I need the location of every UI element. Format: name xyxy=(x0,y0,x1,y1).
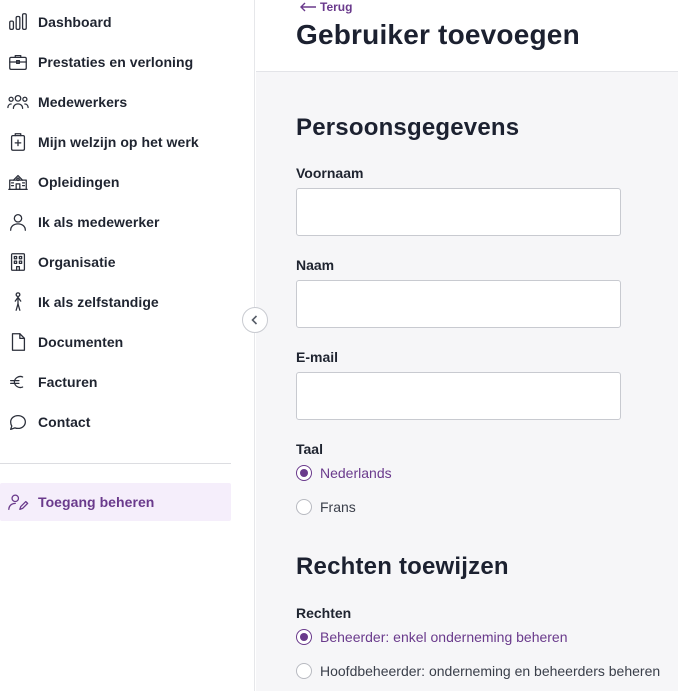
back-link-label: Terug xyxy=(320,0,353,14)
sidebar-item-facturen[interactable]: Facturen xyxy=(0,363,231,401)
rights-option-hoofdbeheerder[interactable]: Hoofdbeheerder: onderneming en beheerder… xyxy=(296,663,660,679)
language-option-frans[interactable]: Frans xyxy=(296,499,356,515)
euro-icon xyxy=(6,370,30,394)
sidebar: Dashboard Prestaties en verloning Medewe… xyxy=(0,0,255,691)
radio-button[interactable] xyxy=(296,663,312,679)
sidebar-item-documenten[interactable]: Documenten xyxy=(0,323,231,361)
section-title-rechten: Rechten toewijzen xyxy=(296,553,509,580)
chat-bubble-icon xyxy=(6,410,30,434)
school-icon xyxy=(6,170,30,194)
building-icon xyxy=(6,250,30,274)
sidebar-item-opleidingen[interactable]: Opleidingen xyxy=(0,163,231,201)
email-input[interactable] xyxy=(296,372,621,420)
rights-option-beheerder[interactable]: Beheerder: enkel onderneming beheren xyxy=(296,629,568,645)
sidebar-item-label: Toegang beheren xyxy=(38,494,155,510)
last-name-input[interactable] xyxy=(296,280,621,328)
sidebar-item-dashboard[interactable]: Dashboard xyxy=(0,3,231,41)
sidebar-divider xyxy=(0,463,231,464)
users-icon xyxy=(6,90,30,114)
bar-chart-icon xyxy=(6,10,30,34)
sidebar-item-toegang-beheren[interactable]: Toegang beheren xyxy=(0,483,231,521)
sidebar-item-label: Opleidingen xyxy=(38,174,120,190)
radio-label: Hoofdbeheerder: onderneming en beheerder… xyxy=(320,663,661,679)
sidebar-item-ik-als-medewerker[interactable]: Ik als medewerker xyxy=(0,203,231,241)
language-label: Taal xyxy=(296,441,323,457)
sidebar-item-label: Contact xyxy=(38,414,91,430)
sidebar-item-label: Prestaties en verloning xyxy=(38,54,194,70)
first-name-label: Voornaam xyxy=(296,165,364,181)
sidebar-item-label: Organisatie xyxy=(38,254,116,270)
first-name-input[interactable] xyxy=(296,188,621,236)
walking-person-icon xyxy=(6,290,30,314)
radio-label: Beheerder: enkel onderneming beheren xyxy=(320,629,568,645)
sidebar-item-label: Ik als medewerker xyxy=(38,214,160,230)
briefcase-icon xyxy=(6,50,30,74)
sidebar-item-organisatie[interactable]: Organisatie xyxy=(0,243,231,281)
rights-label: Rechten xyxy=(296,605,352,621)
chevron-left-icon xyxy=(251,315,258,325)
last-name-label: Naam xyxy=(296,257,335,273)
sidebar-item-label: Facturen xyxy=(38,374,98,390)
first-aid-icon xyxy=(6,130,30,154)
back-link[interactable]: Terug xyxy=(298,0,352,14)
sidebar-item-label: Mijn welzijn op het werk xyxy=(38,134,199,150)
sidebar-item-label: Documenten xyxy=(38,334,124,350)
radio-button[interactable] xyxy=(296,499,312,515)
collapse-sidebar-button[interactable] xyxy=(242,307,268,333)
user-edit-icon xyxy=(6,490,30,514)
arrow-left-icon xyxy=(300,2,316,12)
sidebar-item-label: Dashboard xyxy=(38,14,112,30)
document-icon xyxy=(6,330,30,354)
main-content: Persoonsgegevens Voornaam Naam E-mail Ta… xyxy=(256,72,678,691)
sidebar-item-medewerkers[interactable]: Medewerkers xyxy=(0,83,231,121)
sidebar-item-prestaties[interactable]: Prestaties en verloning xyxy=(0,43,231,81)
page-header: Terug Gebruiker toevoegen xyxy=(256,0,678,72)
section-title-persoonsgegevens: Persoonsgegevens xyxy=(296,114,520,141)
language-option-nederlands[interactable]: Nederlands xyxy=(296,465,392,481)
sidebar-item-welzijn[interactable]: Mijn welzijn op het werk xyxy=(0,123,231,161)
radio-button[interactable] xyxy=(296,629,312,645)
user-icon xyxy=(6,210,30,234)
sidebar-item-label: Medewerkers xyxy=(38,94,128,110)
page-title: Gebruiker toevoegen xyxy=(296,19,580,50)
email-label: E-mail xyxy=(296,349,339,365)
sidebar-item-contact[interactable]: Contact xyxy=(0,403,231,441)
sidebar-item-zelfstandige[interactable]: Ik als zelfstandige xyxy=(0,283,231,321)
radio-label: Frans xyxy=(320,499,356,515)
sidebar-item-label: Ik als zelfstandige xyxy=(38,294,159,310)
radio-label: Nederlands xyxy=(320,465,392,481)
radio-button[interactable] xyxy=(296,465,312,481)
